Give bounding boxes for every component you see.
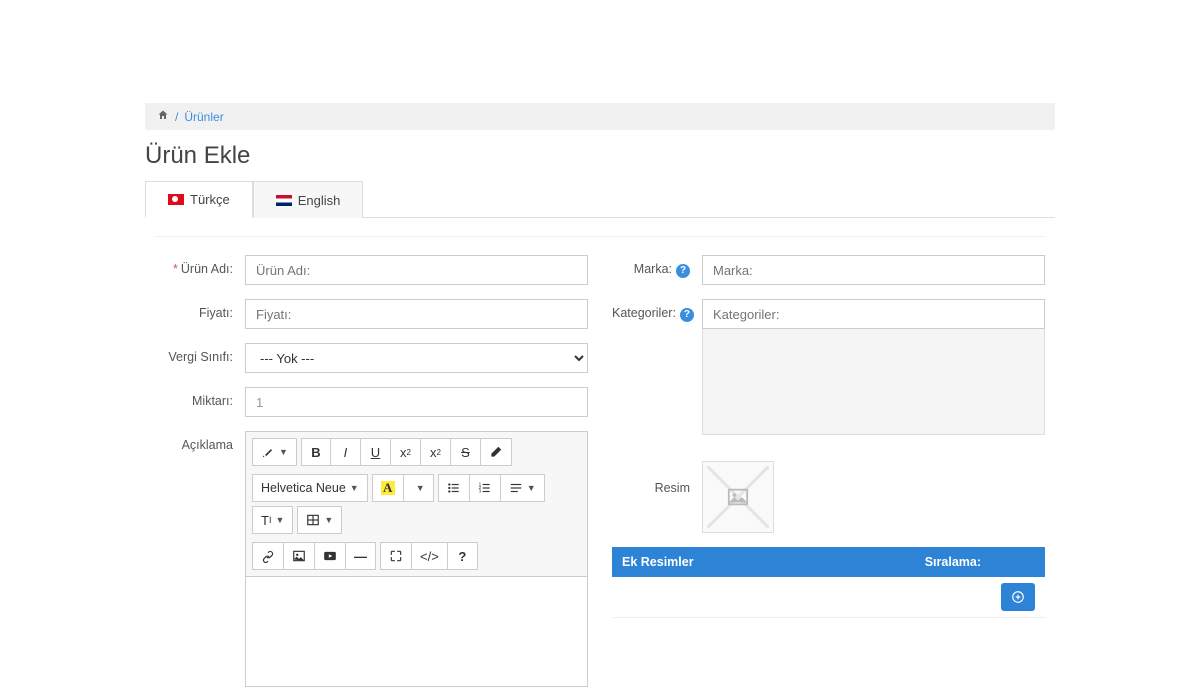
flag-en-icon <box>276 195 292 206</box>
main-image-upload[interactable] <box>702 461 774 533</box>
editor-unordered-list-button[interactable] <box>438 474 470 502</box>
brand-input[interactable] <box>702 255 1045 285</box>
editor-table-button[interactable]: ▼ <box>297 506 342 534</box>
help-icon[interactable]: ? <box>676 264 690 278</box>
editor-font-family-select[interactable]: Helvetica Neue▼ <box>252 474 368 502</box>
extra-images-header: Ek Resimler <box>612 547 819 577</box>
editor-help-button[interactable]: ? <box>448 542 478 570</box>
editor-content-area[interactable] <box>246 576 587 686</box>
plus-circle-icon <box>1011 590 1025 604</box>
editor-magic-button[interactable]: ▼ <box>252 438 297 466</box>
price-input[interactable] <box>245 299 588 329</box>
home-icon[interactable] <box>157 109 169 124</box>
flag-tr-icon <box>168 194 184 205</box>
breadcrumb: / Ürünler <box>145 103 1055 130</box>
editor-subscript-button[interactable]: x2 <box>421 438 451 466</box>
editor-eraser-button[interactable] <box>481 438 512 466</box>
editor-paragraph-button[interactable]: ▼ <box>501 474 545 502</box>
language-tabs: Türkçe English <box>145 180 1055 218</box>
editor-code-button[interactable]: </> <box>412 542 448 570</box>
categories-list-area[interactable] <box>702 325 1045 435</box>
page-title: Ürün Ekle <box>145 130 1055 180</box>
extra-images-table: Ek Resimler Sıralama: <box>612 547 1045 618</box>
image-placeholder-icon <box>725 486 751 508</box>
editor-underline-button[interactable]: U <box>361 438 391 466</box>
sort-header: Sıralama: <box>819 547 991 577</box>
brand-label: Marka:? <box>612 255 702 278</box>
tab-english[interactable]: English <box>253 181 364 218</box>
product-name-input[interactable] <box>245 255 588 285</box>
quantity-label: Miktarı: <box>155 387 245 408</box>
editor-image-button[interactable] <box>284 542 315 570</box>
editor-text-color-button[interactable]: A <box>372 474 404 502</box>
editor-color-caret[interactable]: ▼ <box>404 474 434 502</box>
editor-hr-button[interactable]: — <box>346 542 376 570</box>
help-icon[interactable]: ? <box>680 308 694 322</box>
table-row <box>612 577 1045 618</box>
editor-fullscreen-button[interactable] <box>380 542 412 570</box>
categories-input[interactable] <box>702 299 1045 329</box>
quantity-input[interactable] <box>245 387 588 417</box>
image-label: Resim <box>612 461 702 495</box>
editor-strikethrough-button[interactable]: S <box>451 438 481 466</box>
breadcrumb-products[interactable]: Ürünler <box>184 110 223 124</box>
editor-italic-button[interactable]: I <box>331 438 361 466</box>
categories-label: Kategoriler:? <box>612 299 702 322</box>
add-image-button[interactable] <box>1001 583 1035 611</box>
rich-text-editor: ▼ B I U x2 x2 S <box>245 431 588 687</box>
editor-video-button[interactable] <box>315 542 346 570</box>
editor-link-button[interactable] <box>252 542 284 570</box>
tax-class-select[interactable]: --- Yok --- <box>245 343 588 373</box>
editor-bold-button[interactable]: B <box>301 438 331 466</box>
editor-ordered-list-button[interactable]: 123 <box>470 474 501 502</box>
description-label: Açıklama <box>155 431 245 452</box>
svg-text:3: 3 <box>478 489 481 494</box>
tax-class-label: Vergi Sınıfı: <box>155 343 245 364</box>
editor-superscript-button[interactable]: x2 <box>391 438 421 466</box>
tab-turkish[interactable]: Türkçe <box>145 181 253 218</box>
product-name-label: *Ürün Adı: <box>155 255 245 276</box>
price-label: Fiyatı: <box>155 299 245 320</box>
editor-line-height-button[interactable]: TI▼ <box>252 506 293 534</box>
